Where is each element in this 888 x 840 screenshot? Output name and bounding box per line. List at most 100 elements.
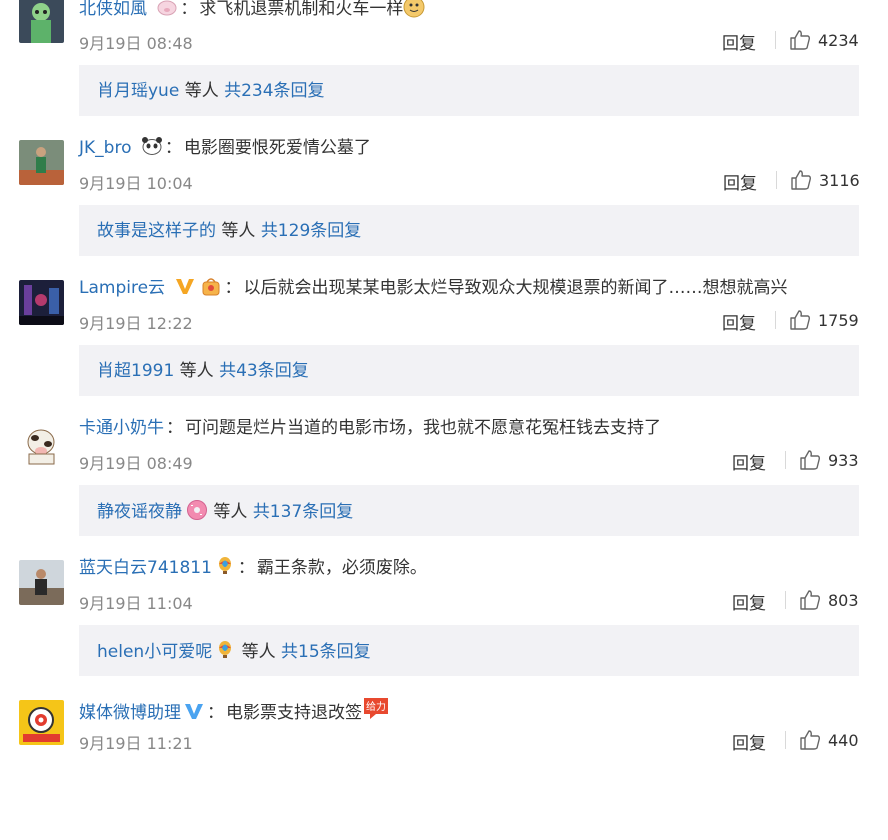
comment-time: 9月19日 08:48 [79, 34, 193, 53]
comment-content: 北侠如風 ：求飞机退票机制和火车一样 [79, 0, 425, 21]
username-link[interactable]: JK_bro [79, 138, 131, 158]
divider [775, 31, 776, 49]
reply-count-link[interactable]: 共43条回复 [219, 361, 309, 381]
like-count: 803 [828, 591, 859, 610]
comment-item: 蓝天白云741811 ：霸王条款，必须废除。 9月19日 11:04 回复 803… [0, 557, 888, 700]
lucky-bag-icon [200, 276, 222, 296]
geili-sticker-text: 给力 [366, 700, 386, 713]
comments-page: { "comments": [ { "username": "北侠如風", "t… [0, 0, 888, 761]
reply-count-link[interactable]: 共234条回复 [224, 81, 324, 101]
comment-content: Lampire云 ：以后就会出现某某电影太烂导致观众大规模退票的新闻了……想想就… [79, 276, 787, 300]
comment-item: 卡通小奶牛：可问题是烂片当道的电影市场，我也就不愿意花冤枉钱去支持了 9月19日… [0, 418, 888, 560]
reply-count-link[interactable]: 共137条回复 [253, 502, 353, 522]
reply-users-link[interactable]: 故事是这样子的 [97, 221, 216, 241]
reply-count-link[interactable]: 共129条回复 [261, 221, 361, 241]
reply-users-link[interactable]: helen小可爱呢 [97, 642, 212, 662]
reply-summary-text: 肖月瑶yue 等人 共234条回复 [97, 79, 325, 103]
pig-emoji-icon [156, 0, 178, 17]
reply-summary-box[interactable]: 静夜谣夜静 等人 共137条回复 [79, 485, 859, 536]
username-link[interactable]: 媒体微博助理 [79, 703, 181, 723]
comment-content: 媒体微博助理 ：电影票支持退改签 给力 [79, 696, 390, 725]
colon: ： [207, 703, 224, 723]
divider [776, 171, 777, 189]
thumb-up-icon[interactable] [799, 589, 821, 611]
avatar[interactable] [19, 0, 64, 43]
comment-item: 媒体微博助理 ：电影票支持退改签 给力 9月19日 11:21 回复 440 [0, 698, 888, 840]
reply-button[interactable]: 回复 [732, 449, 766, 474]
reply-button[interactable]: 回复 [723, 169, 757, 194]
reply-summary-text: 静夜谣夜静 等人 共137条回复 [97, 499, 353, 524]
username-link[interactable]: 蓝天白云741811 [79, 558, 212, 578]
reply-users-link[interactable]: 肖月瑶yue [97, 81, 179, 101]
donut-emoji-icon [186, 499, 208, 521]
username-link[interactable]: 卡通小奶牛 [79, 418, 164, 438]
avatar[interactable] [19, 560, 64, 605]
reply-button[interactable]: 回复 [722, 309, 756, 334]
comment-text: 电影圈要恨死爱情公墓了 [183, 138, 371, 158]
avatar[interactable] [19, 420, 64, 465]
reply-count-link[interactable]: 共15条回复 [281, 642, 371, 662]
reply-button[interactable]: 回复 [722, 29, 756, 54]
username-link[interactable]: 北侠如風 [79, 0, 147, 19]
hot-air-balloon-icon [214, 556, 236, 576]
comment-item: JK_bro ：电影圈要恨死爱情公墓了 9月19日 10:04 回复 3116 … [0, 137, 888, 280]
comment-text: 求飞机退票机制和火车一样 [199, 0, 404, 19]
comment-content: JK_bro ：电影圈要恨死爱情公墓了 [79, 136, 371, 160]
comment-time: 9月19日 10:04 [79, 174, 193, 193]
like-count: 1759 [818, 311, 859, 330]
reply-mid-text: 等人 [208, 502, 253, 522]
reply-summary-text: 故事是这样子的 等人 共129条回复 [97, 219, 361, 243]
divider [785, 731, 786, 749]
avatar[interactable] [19, 140, 64, 185]
geili-sticker-icon: 给力 [362, 696, 390, 720]
thumb-up-icon[interactable] [789, 29, 811, 51]
divider [785, 451, 786, 469]
comment-text: 可问题是烂片当道的电影市场，我也就不愿意花冤枉钱去支持了 [185, 418, 661, 438]
divider [775, 311, 776, 329]
hot-air-balloon-icon [214, 639, 236, 661]
reply-users-link[interactable]: 静夜谣夜静 [97, 502, 182, 522]
doge-emoji-icon [403, 0, 425, 18]
divider [785, 591, 786, 609]
colon: ： [166, 418, 183, 438]
thumb-up-icon[interactable] [790, 169, 812, 191]
comment-content: 蓝天白云741811 ：霸王条款，必须废除。 [79, 556, 427, 580]
comment-item: 北侠如風 ：求飞机退票机制和火车一样 9月19日 08:48 回复 4234 肖… [0, 0, 888, 140]
colon: ： [224, 278, 242, 298]
reply-button[interactable]: 回复 [732, 589, 766, 614]
reply-summary-box[interactable]: 肖超1991 等人 共43条回复 [79, 345, 859, 396]
thumb-up-icon[interactable] [799, 449, 821, 471]
comment-text: 霸王条款，必须废除。 [256, 558, 427, 578]
username-link[interactable]: Lampire云 [79, 278, 165, 298]
comment-time: 9月19日 08:49 [79, 454, 193, 473]
comment-text: 以后就会出现某某电影太烂导致观众大规模退票的新闻了……想想就高兴 [243, 278, 788, 298]
reply-mid-text: 等人 [179, 81, 225, 101]
reply-users-link[interactable]: 肖超1991 [97, 361, 174, 381]
avatar[interactable] [19, 700, 64, 745]
reply-summary-text: helen小可爱呢 等人 共15条回复 [97, 639, 371, 664]
reply-summary-text: 肖超1991 等人 共43条回复 [97, 359, 309, 383]
reply-summary-box[interactable]: 肖月瑶yue 等人 共234条回复 [79, 65, 859, 116]
colon: ： [180, 0, 198, 19]
reply-mid-text: 等人 [236, 642, 282, 662]
like-count: 4234 [818, 31, 859, 50]
reply-mid-text: 等人 [216, 221, 261, 241]
verified-v-gold-icon [174, 276, 196, 296]
reply-summary-box[interactable]: 故事是这样子的 等人 共129条回复 [79, 205, 859, 256]
reply-button[interactable]: 回复 [732, 729, 766, 754]
panda-emoji-icon [141, 136, 163, 156]
comment-text: 电影票支持退改签 [226, 703, 362, 723]
comment-item: Lampire云 ：以后就会出现某某电影太烂导致观众大规模退票的新闻了……想想就… [0, 278, 888, 420]
like-count: 3116 [819, 171, 860, 190]
comment-time: 9月19日 11:21 [79, 734, 193, 753]
colon: ： [237, 558, 255, 578]
avatar[interactable] [19, 280, 64, 325]
reply-mid-text: 等人 [174, 361, 220, 381]
thumb-up-icon[interactable] [799, 729, 821, 751]
thumb-up-icon[interactable] [789, 309, 811, 331]
comment-time: 9月19日 12:22 [79, 314, 193, 333]
comment-time: 9月19日 11:04 [79, 594, 193, 613]
colon: ： [164, 138, 182, 158]
reply-summary-box[interactable]: helen小可爱呢 等人 共15条回复 [79, 625, 859, 676]
comment-content: 卡通小奶牛：可问题是烂片当道的电影市场，我也就不愿意花冤枉钱去支持了 [79, 416, 661, 440]
